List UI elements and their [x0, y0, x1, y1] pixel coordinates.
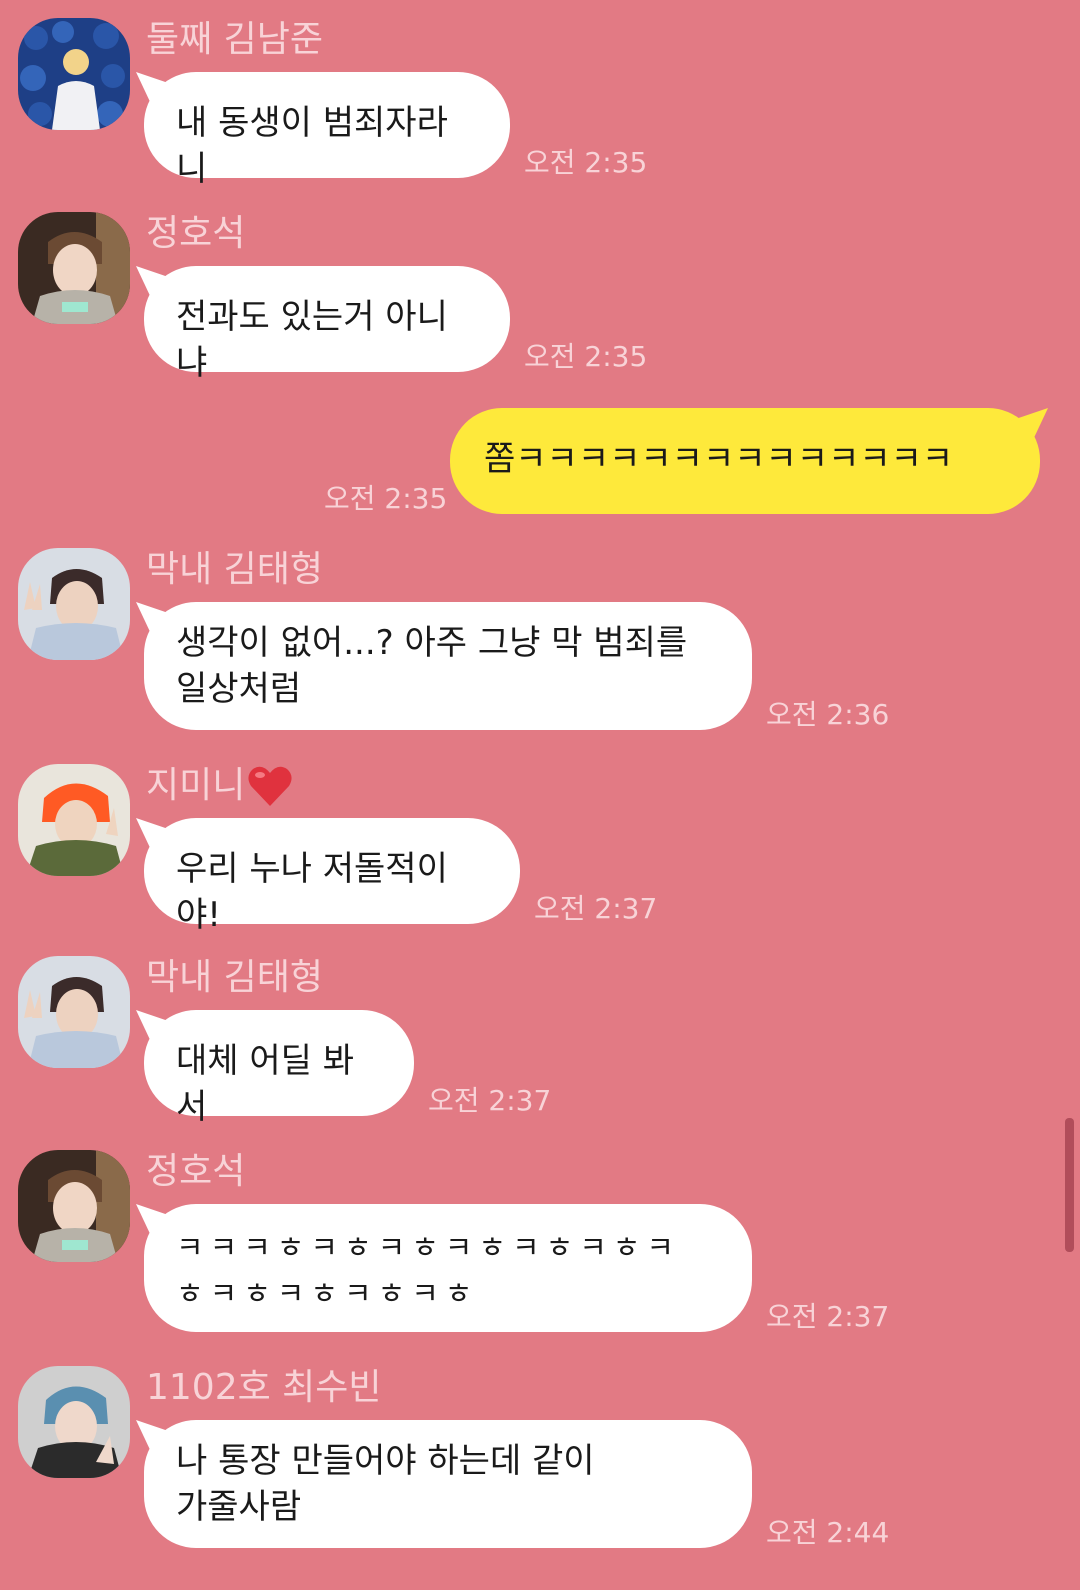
profile-avatar[interactable] [18, 212, 130, 324]
sender-name: 정호석 [146, 213, 246, 254]
chat-room[interactable]: 둘째 김남준 내 동생이 범죄자라니 오전 2:35 정호석 전과도 있는거 아… [0, 0, 1080, 1590]
message-bubble[interactable]: 우리 누나 저돌적이야! [144, 818, 520, 935]
profile-avatar[interactable] [18, 764, 130, 876]
sender-name: 막내 김태형 [146, 957, 324, 998]
my-message-bubble[interactable]: 쫌ㅋㅋㅋㅋㅋㅋㅋㅋㅋㅋㅋㅋㅋㅋ [450, 408, 1040, 514]
profile-photo-icon [18, 1150, 130, 1262]
message-time: 오전 2:37 [766, 1300, 890, 1333]
heart-icon [247, 764, 293, 808]
message-time: 오전 2:44 [766, 1516, 890, 1549]
sender-name: 정호석 [146, 1151, 246, 1192]
profile-photo-icon [18, 764, 130, 876]
profile-avatar[interactable] [18, 548, 130, 660]
profile-avatar[interactable] [18, 1366, 130, 1478]
sender-name-text: 지미니 [146, 765, 246, 806]
message-time: 오전 2:36 [766, 698, 890, 731]
message-time: 오전 2:37 [428, 1084, 552, 1117]
profile-photo-icon [18, 18, 130, 130]
profile-photo-icon [18, 548, 130, 660]
sender-name: 지미니 [146, 764, 293, 808]
message-bubble[interactable]: 대체 어딜 봐서 [144, 1010, 414, 1127]
message-bubble[interactable]: 전과도 있는거 아니냐 [144, 266, 510, 383]
profile-avatar[interactable] [18, 1150, 130, 1262]
message-bubble[interactable]: 나 통장 만들어야 하는데 같이 가줄사람 [144, 1420, 752, 1548]
message-time: 오전 2:35 [524, 146, 648, 179]
message-time: 오전 2:35 [324, 482, 448, 515]
message-time: 오전 2:37 [534, 892, 658, 925]
message-bubble[interactable]: 생각이 없어...? 아주 그냥 막 범죄를 일상처럼 [144, 602, 752, 730]
scrollbar[interactable] [1065, 1118, 1074, 1252]
profile-photo-icon [18, 1366, 130, 1478]
message-bubble[interactable]: ㅋㅋㅋㅎㅋㅎㅋㅎㅋㅎㅋㅎㅋㅎㅋ ㅎㅋㅎㅋㅎㅋㅎㅋㅎ [144, 1204, 752, 1332]
sender-name: 1102호 최수빈 [146, 1367, 382, 1408]
message-bubble[interactable]: 내 동생이 범죄자라니 [144, 72, 510, 189]
profile-photo-icon [18, 956, 130, 1068]
profile-photo-icon [18, 212, 130, 324]
message-time: 오전 2:35 [524, 340, 648, 373]
sender-name: 둘째 김남준 [146, 19, 324, 60]
sender-name: 막내 김태형 [146, 549, 324, 590]
profile-avatar[interactable] [18, 956, 130, 1068]
profile-avatar[interactable] [18, 18, 130, 130]
